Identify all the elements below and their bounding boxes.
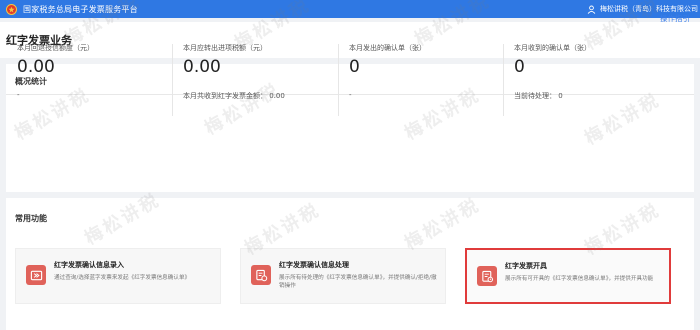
invoice-process-icon — [251, 265, 271, 285]
red-invoice-confirmation-entry-card[interactable]: 红字发票确认信息录入 通过查询/选择蓝字发票来发起《红字发票信息确认单》 — [15, 248, 221, 304]
common-functions-title: 常用功能 — [15, 214, 47, 223]
stat-label: 本月收到的确认单（张） — [514, 44, 591, 52]
stat-sent-confirmations: 本月发出的确认单（张） 0 - — [349, 43, 509, 121]
stat-input-tax-transfer: 本月应转出进项税额（元） 0.00 本月共收到红字发票金额： 0.00 — [183, 43, 343, 121]
invoice-entry-icon — [26, 265, 46, 285]
user-icon — [587, 5, 596, 14]
card-description: 展示所有待处理的《红字发票信息确认单》，并提供确认/拒绝/撤销操作 — [279, 275, 437, 289]
stat-foot: - — [349, 91, 352, 99]
operation-guide-link[interactable]: 操作指引 — [660, 13, 690, 24]
stat-value: 0 — [514, 57, 525, 77]
card-title: 红字发票确认信息处理 — [279, 261, 349, 269]
stat-foot: - — [17, 91, 20, 99]
stat-label: 本月发出的确认单（张） — [349, 44, 426, 52]
card-description: 展示所有可开具的《红字发票信息确认单》，并提供开具功能 — [505, 276, 654, 282]
card-description: 通过查询/选择蓝字发票来发起《红字发票信息确认单》 — [54, 275, 191, 281]
stat-received-confirmations: 本月收到的确认单（张） 0 当前待处理： 0 — [514, 43, 674, 121]
top-bar: 国家税务总局电子发票服务平台 梅松讲税（青岛）科技有限公司 — [0, 0, 700, 18]
national-emblem-icon — [6, 3, 17, 15]
stat-divider — [172, 44, 173, 116]
stat-label: 本月回退授信额度（元） — [17, 44, 94, 52]
stat-divider — [503, 44, 504, 116]
card-title: 红字发票开具 — [505, 262, 547, 270]
invoice-issue-icon — [477, 266, 497, 286]
stat-divider — [338, 44, 339, 116]
stat-foot: 本月共收到红字发票金额： 0.00 — [183, 92, 285, 100]
stat-refund-credit: 本月回退授信额度（元） 0.00 - — [17, 43, 177, 121]
app-title: 国家税务总局电子发票服务平台 — [23, 4, 138, 14]
red-invoice-confirmation-process-card[interactable]: 红字发票确认信息处理 展示所有待处理的《红字发票信息确认单》，并提供确认/拒绝/… — [240, 248, 446, 304]
stat-value: 0 — [349, 57, 360, 77]
stat-value: 0.00 — [17, 57, 55, 77]
red-invoice-issue-card[interactable]: 红字发票开具 展示所有可开具的《红字发票信息确认单》，并提供开具功能 — [465, 248, 671, 304]
stat-foot: 当前待处理： 0 — [514, 92, 563, 100]
stat-value: 0.00 — [183, 57, 221, 77]
stat-label: 本月应转出进项税额（元） — [183, 44, 267, 52]
card-title: 红字发票确认信息录入 — [54, 261, 124, 269]
